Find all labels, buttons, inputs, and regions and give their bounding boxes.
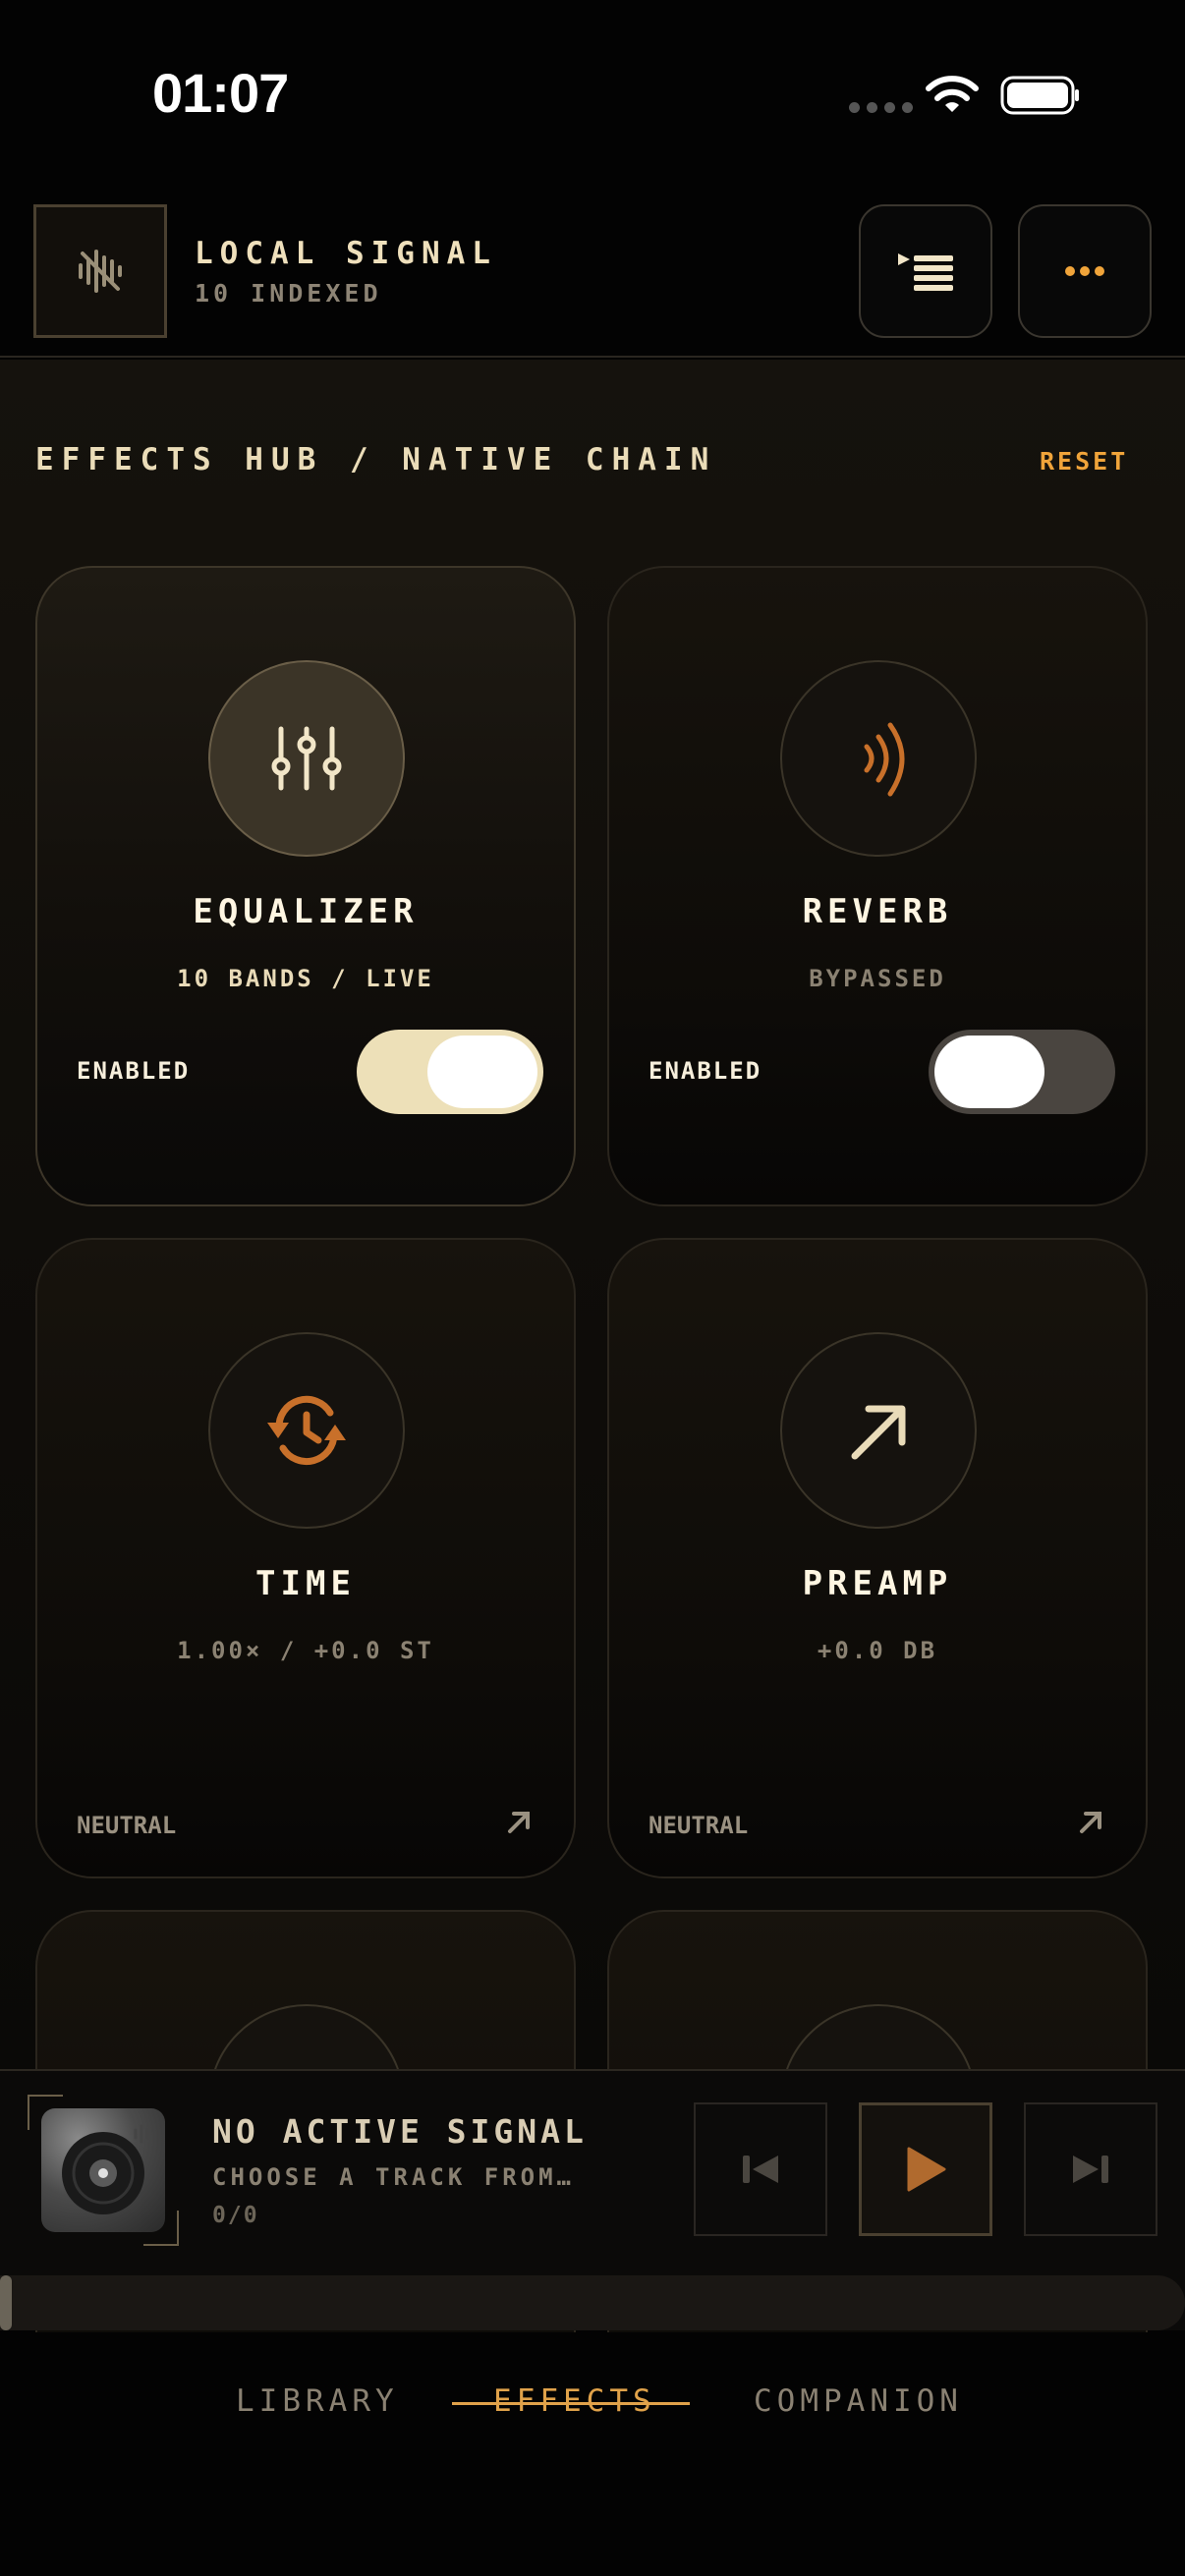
sliders-icon bbox=[271, 726, 342, 791]
app-logo bbox=[33, 204, 167, 338]
equalizer-toggle[interactable] bbox=[357, 1030, 543, 1114]
brand-title: LOCAL SIGNAL bbox=[195, 236, 497, 271]
reset-button[interactable]: RESET bbox=[1040, 447, 1128, 476]
toggle-knob bbox=[934, 1036, 1044, 1108]
mini-player: NO ACTIVE SIGNAL CHOOSE A TRACK FROM… 0/… bbox=[0, 2069, 1185, 2330]
play-icon bbox=[907, 2147, 946, 2192]
reverb-card[interactable]: REVERB BYPASSED ENABLED bbox=[607, 566, 1148, 1206]
play-button[interactable] bbox=[859, 2102, 992, 2236]
vinyl-record-icon bbox=[62, 2124, 149, 2214]
preamp-card[interactable]: PREAMP +0.0 DB NEUTRAL bbox=[607, 1238, 1148, 1878]
tab-library[interactable]: LIBRARY bbox=[236, 2383, 399, 2419]
now-playing-title: NO ACTIVE SIGNAL bbox=[212, 2112, 588, 2151]
section-title: EFFECTS HUB / NATIVE CHAIN bbox=[35, 442, 717, 477]
neutral-label: NEUTRAL bbox=[77, 1812, 177, 1839]
status-time: 01:07 bbox=[152, 62, 289, 124]
previous-button[interactable] bbox=[694, 2102, 827, 2236]
app-header: LOCAL SIGNAL 10 INDEXED bbox=[0, 187, 1185, 358]
reverb-icon-circle bbox=[780, 660, 977, 857]
preamp-icon-circle bbox=[780, 1332, 977, 1529]
neutral-label: NEUTRAL bbox=[649, 1812, 749, 1839]
progress-bar[interactable] bbox=[0, 2275, 1185, 2330]
wifi-icon bbox=[926, 76, 979, 112]
arrow-up-right-icon bbox=[851, 1405, 906, 1460]
tab-companion[interactable]: COMPANION bbox=[754, 2383, 963, 2419]
toggle-knob bbox=[427, 1036, 537, 1108]
enabled-label: ENABLED bbox=[649, 1057, 762, 1085]
next-button[interactable] bbox=[1024, 2102, 1157, 2236]
more-button[interactable] bbox=[1018, 204, 1152, 338]
queue-list-icon bbox=[898, 253, 953, 291]
queue-button[interactable] bbox=[859, 204, 992, 338]
open-arrow-icon[interactable] bbox=[1076, 1808, 1105, 1837]
card-subtitle: BYPASSED bbox=[809, 965, 946, 992]
card-title: EQUALIZER bbox=[193, 892, 419, 931]
time-card[interactable]: TIME 1.00× / +0.0 ST NEUTRAL bbox=[35, 1238, 576, 1878]
cellular-signal-icon bbox=[849, 102, 913, 113]
card-title: TIME bbox=[255, 1564, 356, 1603]
card-title: PREAMP bbox=[802, 1564, 953, 1603]
more-dots-icon bbox=[1065, 266, 1104, 276]
enabled-label: ENABLED bbox=[77, 1057, 191, 1085]
tab-effects[interactable]: EFFECTS bbox=[493, 2383, 656, 2419]
skip-previous-icon bbox=[743, 2156, 778, 2183]
time-sync-icon bbox=[267, 1395, 346, 1466]
equalizer-card[interactable]: EQUALIZER 10 BANDS / LIVE ENABLED bbox=[35, 566, 576, 1206]
signal-muted-icon bbox=[79, 250, 122, 293]
track-count: 0/0 bbox=[212, 2203, 259, 2228]
card-subtitle: +0.0 DB bbox=[817, 1637, 938, 1664]
indexed-count: 10 INDEXED bbox=[195, 279, 382, 308]
battery-icon bbox=[1000, 76, 1079, 115]
waves-icon bbox=[864, 722, 905, 797]
reverb-toggle[interactable] bbox=[929, 1030, 1115, 1114]
active-tab-indicator bbox=[452, 2402, 690, 2405]
progress-handle[interactable] bbox=[0, 2275, 12, 2330]
open-arrow-icon[interactable] bbox=[504, 1808, 534, 1837]
card-subtitle: 1.00× / +0.0 ST bbox=[177, 1637, 434, 1664]
card-title: REVERB bbox=[802, 892, 953, 931]
skip-next-icon bbox=[1073, 2156, 1108, 2183]
time-icon-circle bbox=[208, 1332, 405, 1529]
equalizer-icon-circle bbox=[208, 660, 405, 857]
album-art[interactable] bbox=[41, 2108, 165, 2232]
card-subtitle: 10 BANDS / LIVE bbox=[177, 965, 434, 992]
now-playing-subtitle: CHOOSE A TRACK FROM… bbox=[212, 2163, 575, 2191]
tab-bar: LIBRARY EFFECTS COMPANION bbox=[0, 2332, 1185, 2576]
